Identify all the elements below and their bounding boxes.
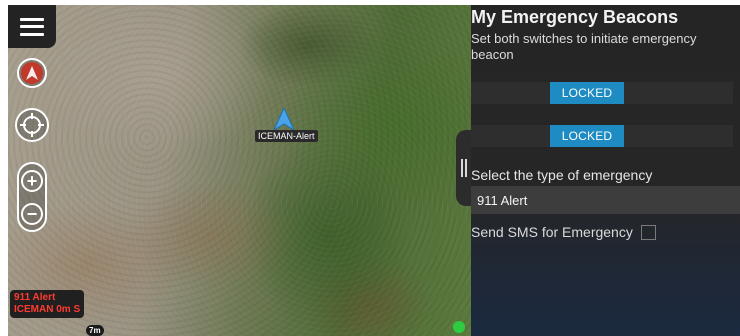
emergency-beacons-panel: My Emergency Beacons Set both switches t…	[471, 5, 740, 336]
sms-label: Send SMS for Emergency	[471, 224, 633, 240]
panel-title: My Emergency Beacons	[471, 7, 679, 27]
beacon-switch-2[interactable]: LOCKED	[550, 125, 624, 147]
zoom-in-button[interactable]: +	[21, 169, 43, 192]
menu-button[interactable]	[8, 5, 56, 48]
compass-icon	[21, 62, 43, 84]
emergency-type-label: Select the type of emergency	[471, 167, 653, 183]
alert-line-1: 911 Alert	[14, 292, 56, 303]
panel-description: Set both switches to initiate emergency …	[471, 31, 697, 62]
crosshair-icon	[20, 113, 44, 137]
locate-button[interactable]	[15, 108, 49, 142]
marker-label: ICEMAN-Alert	[255, 130, 318, 142]
map-view[interactable]	[8, 5, 471, 336]
gps-status-icon	[453, 321, 465, 333]
beacon-switch-2-row: LOCKED	[471, 125, 733, 147]
hamburger-menu-icon	[20, 17, 44, 36]
drawer-handle-icon	[460, 159, 463, 177]
alert-line-2: ICEMAN 0m S	[14, 304, 81, 315]
beacon-switch-1[interactable]: LOCKED	[550, 82, 624, 104]
sms-checkbox[interactable]	[640, 224, 656, 240]
scale-badge: 7m	[86, 325, 104, 336]
emergency-type-select[interactable]: 911 Alert	[471, 186, 740, 214]
sms-row: Send SMS for Emergency	[471, 224, 656, 240]
drawer-handle[interactable]	[456, 130, 471, 206]
beacon-switch-1-row: LOCKED	[471, 82, 733, 104]
navigation-arrow-icon	[272, 106, 296, 132]
alert-status-box[interactable]: 911 Alert ICEMAN 0m S	[10, 290, 85, 318]
zoom-control: + −	[17, 162, 47, 232]
zoom-out-button[interactable]: −	[21, 202, 43, 225]
compass-button[interactable]	[17, 58, 47, 88]
